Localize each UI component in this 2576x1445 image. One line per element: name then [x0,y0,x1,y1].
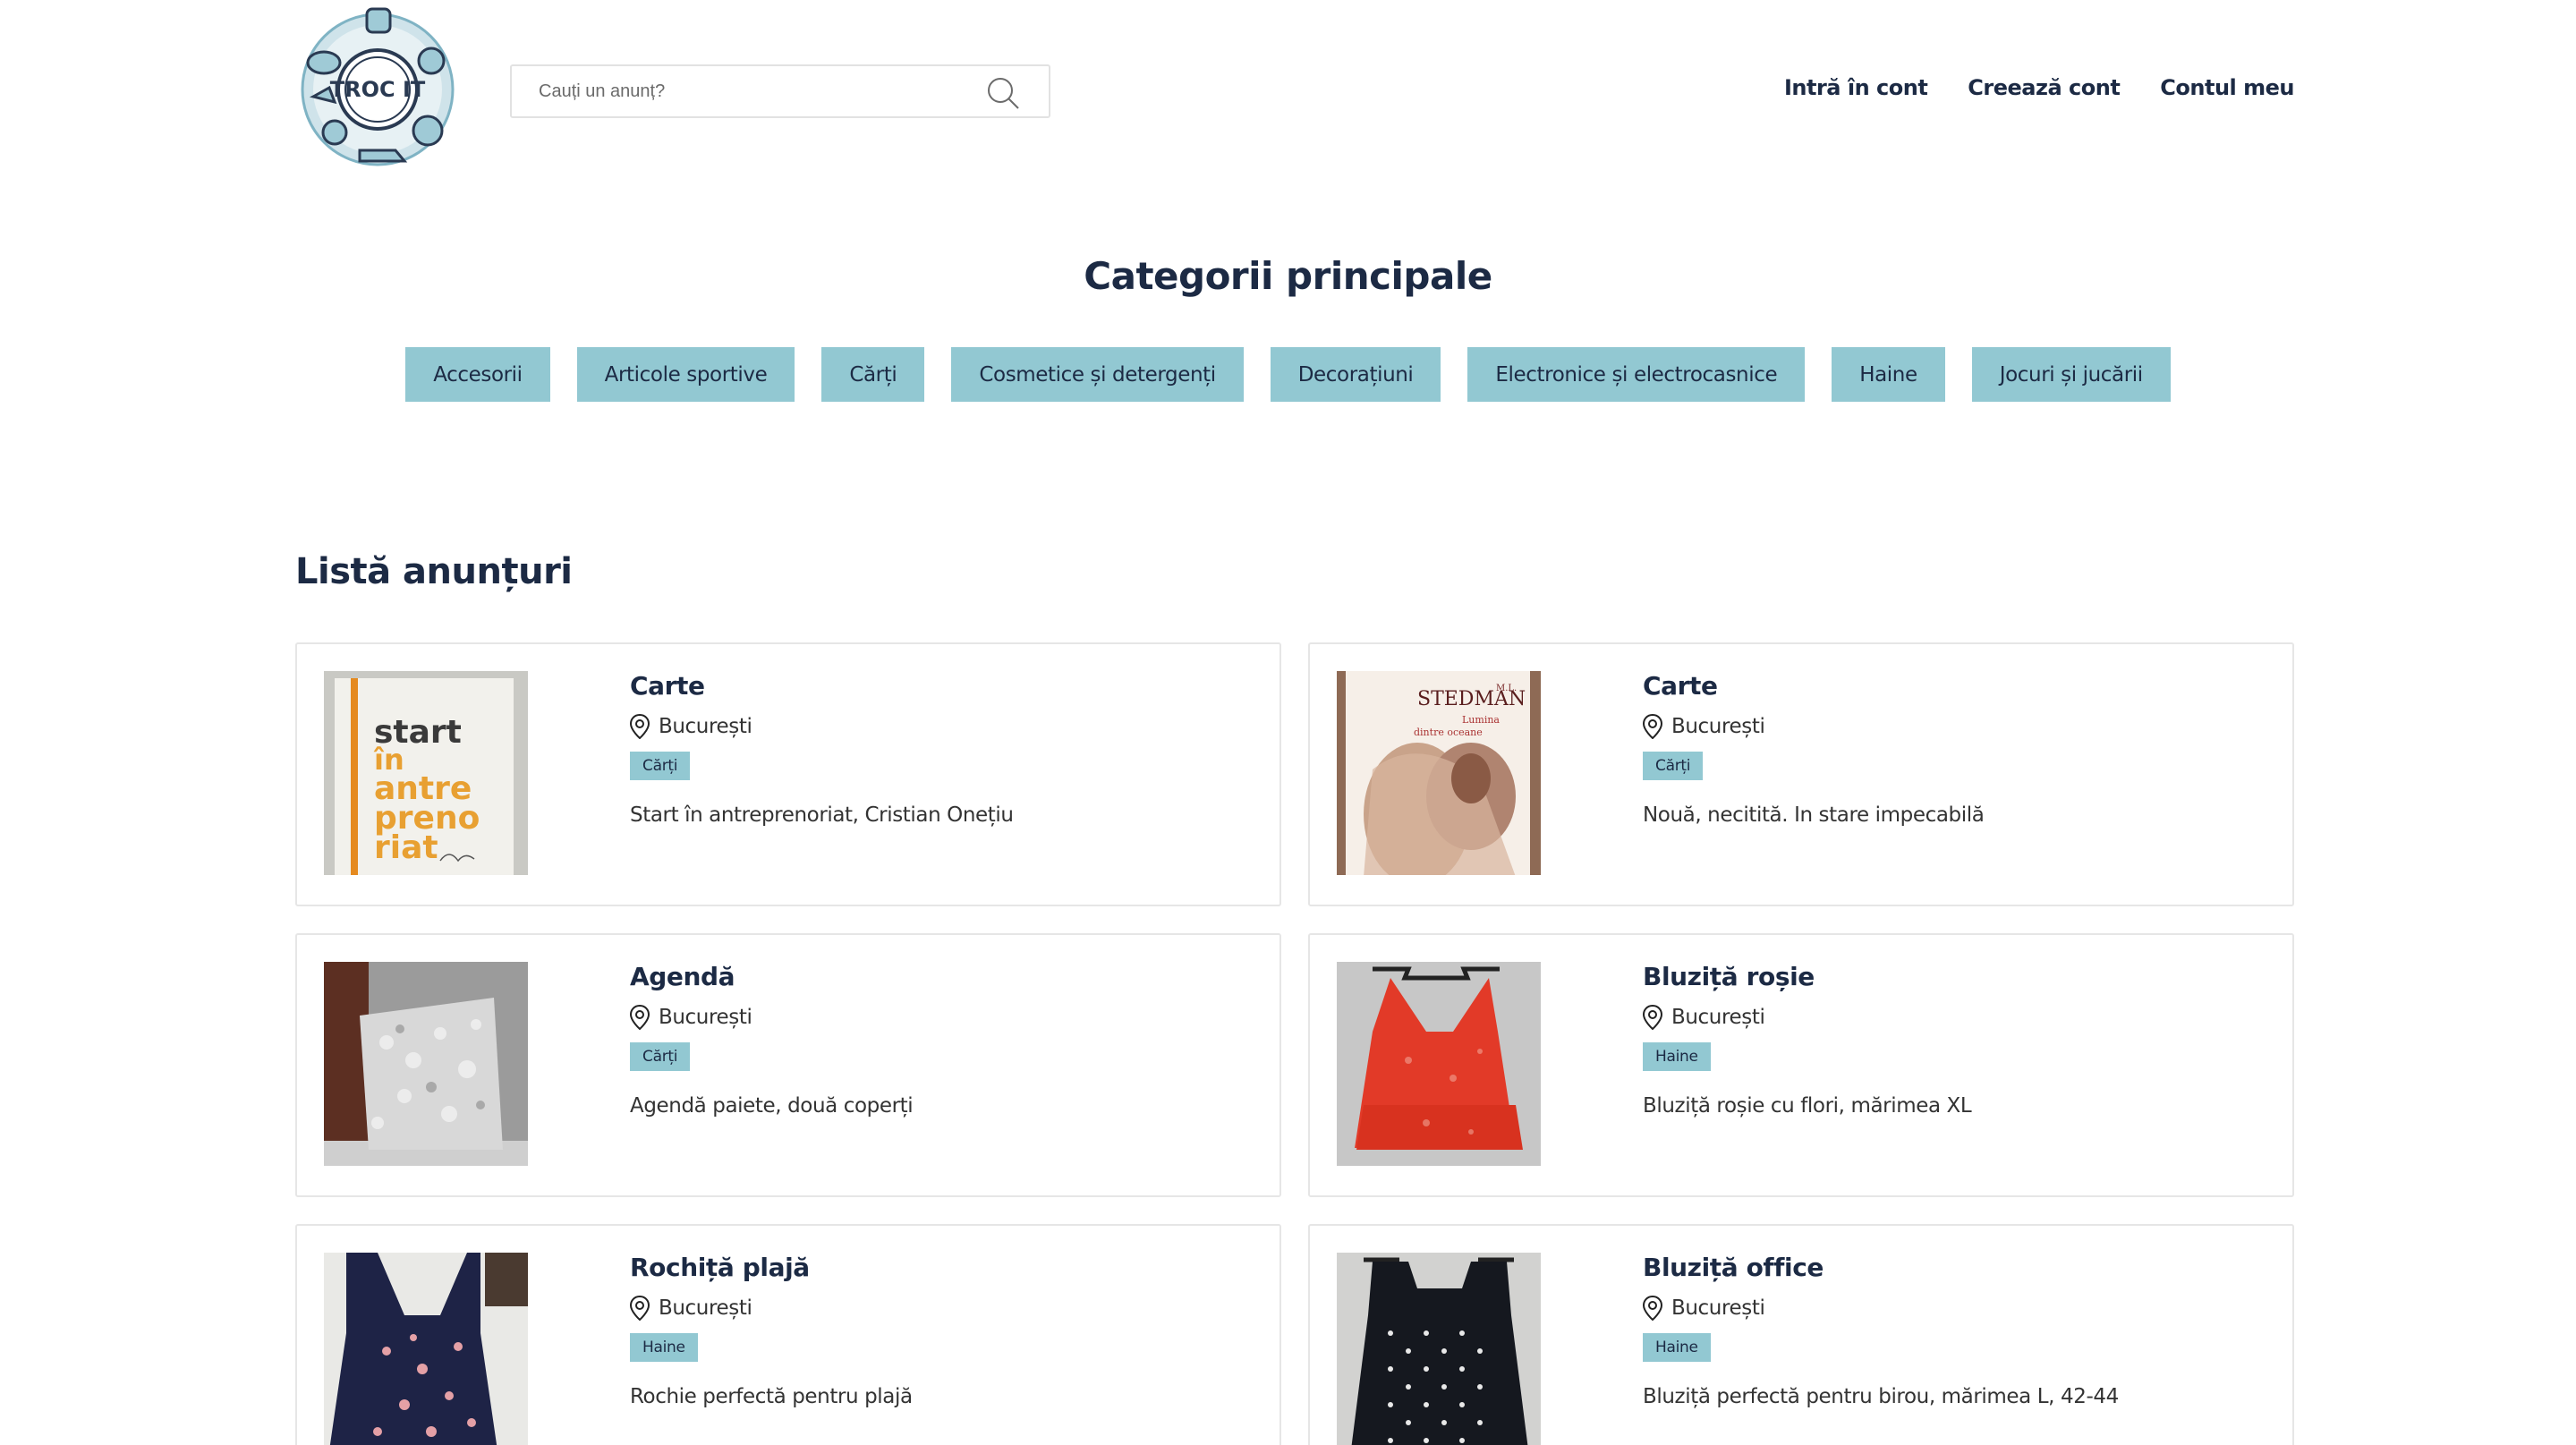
page: TROC IT Intră în cont Creează cont Contu… [0,0,2576,1445]
listing-location: București [630,714,1014,739]
listing-category-badge: Cărți [630,1042,691,1071]
book-cover-word-5: riat [374,829,438,866]
top-nav: Intră în cont Creează cont Contul meu [1784,75,2295,100]
listing-card[interactable]: M.L. STEDMAN Lumina dintre oceane Carte … [1308,642,2294,906]
category-button-carti[interactable]: Cărți [821,347,925,402]
login-link[interactable]: Intră în cont [1784,75,1928,100]
book-cover-subtitle: dintre oceane [1414,727,1483,738]
book-cover-title: Lumina [1462,714,1500,726]
location-pin-icon [1643,714,1662,739]
listing-location: București [1643,714,1984,739]
listing-location-text: București [659,1296,752,1320]
listing-location-text: București [659,1006,752,1029]
listing-location-text: București [1671,715,1765,738]
listing-image-sequin-agenda[interactable] [324,962,528,1166]
listing-info: Agendă București Cărți Agendă paiete, do… [630,962,914,1118]
listing-category-badge: Haine [1643,1042,1711,1071]
location-pin-icon [630,1296,650,1321]
listing-title[interactable]: Bluziță roșie [1643,962,1971,992]
location-pin-icon [1643,1005,1662,1030]
listing-location: București [630,1296,913,1321]
listing-location-text: București [659,715,752,738]
listing-info: Bluziță office București Haine Bluziță p… [1643,1253,2119,1408]
category-button-jocuri[interactable]: Jocuri și jucării [1971,347,2171,402]
listing-title[interactable]: Agendă [630,962,913,992]
register-link[interactable]: Creează cont [1968,75,2121,100]
listing-image-book-stedman[interactable]: M.L. STEDMAN Lumina dintre oceane [1337,671,1541,875]
listing-info: Rochiță plajă București Haine Rochie per… [630,1253,913,1408]
listing-image-beach-dress[interactable] [324,1253,528,1445]
listing-title[interactable]: Rochiță plajă [630,1253,913,1283]
category-button-decoratiuni[interactable]: Decorațiuni [1270,347,1441,402]
listing-category-badge: Cărți [630,752,691,780]
listing-card[interactable]: Rochiță plajă București Haine Rochie per… [295,1224,1281,1445]
listings-title: Listă anunțuri [295,551,573,592]
search-input[interactable] [512,66,977,116]
location-pin-icon [630,714,650,739]
listing-title[interactable]: Bluziță office [1643,1253,2119,1283]
listing-image-red-blouse[interactable] [1337,962,1541,1166]
category-button-accesorii[interactable]: Accesorii [405,347,550,402]
listing-title[interactable]: Carte [630,671,1014,701]
category-button-electronice[interactable]: Electronice și electrocasnice [1467,347,1806,402]
listing-description: Start în antreprenoriat, Cristian Onețiu [630,803,1014,827]
search-bar[interactable] [510,64,1050,118]
listing-description: Bluziță roșie cu flori, mărimea XL [1643,1094,1972,1118]
categories-title: Categorii principale [1084,254,1492,298]
my-account-link[interactable]: Contul meu [2160,75,2294,100]
listing-location: București [1643,1005,1971,1030]
listing-location-text: București [1671,1296,1765,1320]
listing-category-badge: Cărți [1643,752,1704,780]
listing-title[interactable]: Carte [1643,671,1984,701]
search-icon[interactable] [984,74,1022,112]
category-button-articole-sportive[interactable]: Articole sportive [576,347,795,402]
listing-card[interactable]: Agendă București Cărți Agendă paiete, do… [295,933,1281,1197]
listing-image-book-start[interactable]: start în antre preno riat [324,671,528,875]
listing-description: Agendă paiete, două coperți [630,1094,914,1118]
listing-location: București [1643,1296,2119,1321]
location-pin-icon [630,1005,650,1030]
category-button-haine[interactable]: Haine [1832,347,1945,402]
listing-description: Rochie perfectă pentru plajă [630,1385,913,1408]
listing-category-badge: Haine [630,1333,698,1362]
listing-location: București [630,1005,913,1030]
listing-info: Bluziță roșie București Haine Bluziță ro… [1643,962,1972,1118]
book-cover-author: STEDMAN [1417,688,1526,710]
listing-location-text: București [1671,1006,1765,1029]
listing-card[interactable]: start în antre preno riat Carte Bucureșt… [295,642,1281,906]
troc-it-logo[interactable]: TROC IT [297,7,458,172]
listing-description: Bluziță perfectă pentru birou, mărimea L… [1643,1385,2119,1408]
listing-description: Nouă, necitită. In stare impecabilă [1643,803,1985,827]
listing-info: Carte București Cărți Nouă, necitită. In… [1643,671,1985,827]
listing-category-badge: Haine [1643,1333,1711,1362]
listing-card[interactable]: Bluziță roșie București Haine Bluziță ro… [1308,933,2294,1197]
listing-info: Carte București Cărți Start în antrepren… [630,671,1014,827]
listing-image-office-blouse[interactable] [1337,1253,1541,1445]
listing-card[interactable]: Bluziță office București Haine Bluziță p… [1308,1224,2294,1445]
listings-grid: start în antre preno riat Carte Bucureșt… [295,642,2294,1445]
categories-bar: Accesorii Articole sportive Cărți Cosmet… [0,347,2576,402]
category-button-cosmetice[interactable]: Cosmetice și detergenți [951,347,1244,402]
location-pin-icon [1643,1296,1662,1321]
logo-text: TROC IT [330,77,426,102]
